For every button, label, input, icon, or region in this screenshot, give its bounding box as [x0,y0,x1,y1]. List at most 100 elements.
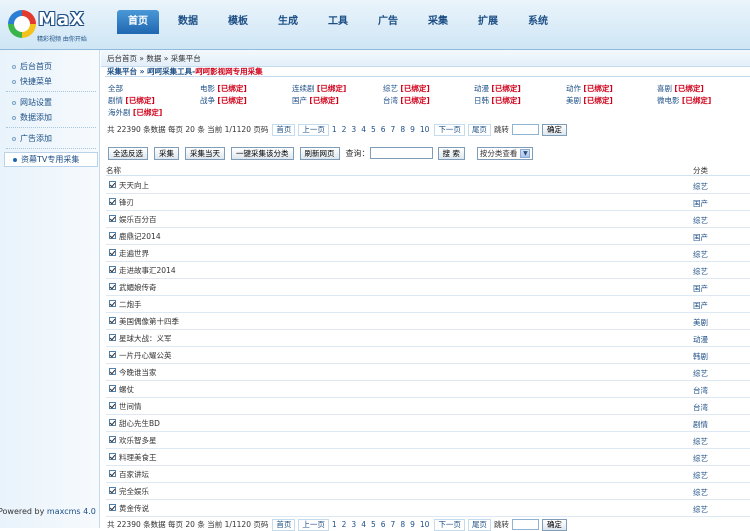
row-name[interactable]: 料理美食王 [119,452,157,463]
jump-page-input[interactable] [511,124,539,135]
pager-first[interactable]: 首页 [272,518,296,531]
row-category[interactable]: 综艺 [693,453,708,464]
jump-page-input[interactable] [511,519,539,530]
row-name[interactable]: 百家讲坛 [119,469,149,480]
sidebar-item-quick-menu[interactable]: 快捷菜单 [12,76,52,87]
sidebar-item-admin-home[interactable]: 后台首页 [12,61,52,72]
row-name[interactable]: 甜心先生BD [119,418,160,429]
row-checkbox[interactable] [109,504,116,511]
category-taiwan[interactable]: 台湾 [已绑定] [383,95,430,106]
category-us-drama[interactable]: 美剧 [已绑定] [566,95,613,106]
row-checkbox[interactable] [109,266,116,273]
category-filter-select[interactable]: 按分类查看 ▼ [476,146,534,160]
sidebar-item-add-ad[interactable]: 广告添加 [12,133,52,144]
row-category[interactable]: 综艺 [693,436,708,447]
row-name[interactable]: 完全娱乐 [119,486,149,497]
row-checkbox[interactable] [109,453,116,460]
row-category[interactable]: 台湾 [693,385,708,396]
page-6[interactable]: 6 [381,123,386,136]
nav-system[interactable]: 系统 [517,10,559,34]
row-checkbox[interactable] [109,385,116,392]
row-category[interactable]: 综艺 [693,504,708,515]
row-checkbox[interactable] [109,181,116,188]
page-3[interactable]: 3 [351,123,356,136]
row-category[interactable]: 综艺 [693,249,708,260]
nav-home[interactable]: 首页 [117,10,159,34]
category-jpkr[interactable]: 日韩 [已绑定] [474,95,521,106]
category-micro-film[interactable]: 微电影 [已绑定] [657,95,711,106]
search-input[interactable] [369,147,433,159]
page-10[interactable]: 10 [420,518,430,531]
row-name[interactable]: 欢乐智多星 [119,435,157,446]
category-domestic[interactable]: 国产 [已绑定] [292,95,339,106]
nav-ads[interactable]: 广告 [367,10,409,34]
page-2[interactable]: 2 [342,123,347,136]
pager-last[interactable]: 尾页 [467,518,491,531]
row-checkbox[interactable] [109,368,116,375]
row-category[interactable]: 综艺 [693,266,708,277]
category-comedy[interactable]: 喜剧 [已绑定] [657,83,704,94]
pager-prev[interactable]: 上一页 [298,123,329,136]
nav-extend[interactable]: 扩展 [467,10,509,34]
page-5[interactable]: 5 [371,518,376,531]
row-checkbox[interactable] [109,351,116,358]
maxcms-link[interactable]: maxcms 4.0 [47,507,96,516]
sidebar-item-add-data[interactable]: 数据添加 [12,112,52,123]
page-4[interactable]: 4 [361,518,366,531]
row-checkbox[interactable] [109,436,116,443]
row-category[interactable]: 综艺 [693,470,708,481]
select-all-button[interactable]: 全选反选 [108,146,148,160]
search-button[interactable]: 搜 索 [437,146,465,160]
row-checkbox[interactable] [109,334,116,341]
row-checkbox[interactable] [109,470,116,477]
page-4[interactable]: 4 [361,123,366,136]
row-name[interactable]: 天天向上 [119,180,149,191]
row-name[interactable]: 走进故事汇2014 [119,265,176,276]
pager-next[interactable]: 下一页 [434,123,465,136]
row-checkbox[interactable] [109,419,116,426]
jump-confirm-button[interactable]: 确定 [541,123,567,136]
category-series[interactable]: 连续剧 [已绑定] [292,83,346,94]
jump-confirm-button[interactable]: 确定 [541,518,567,531]
row-category[interactable]: 动漫 [693,334,708,345]
collect-category-button[interactable]: 一键采集该分类 [231,146,294,160]
row-name[interactable]: 锋刃 [119,197,134,208]
row-checkbox[interactable] [109,215,116,222]
page-7[interactable]: 7 [391,518,396,531]
row-category[interactable]: 剧情 [693,419,708,430]
pager-next[interactable]: 下一页 [434,518,465,531]
sidebar-item-zimu-collect[interactable]: 资幕TV专用采集 [4,152,98,167]
row-category[interactable]: 综艺 [693,368,708,379]
row-checkbox[interactable] [109,300,116,307]
row-category[interactable]: 国产 [693,232,708,243]
row-category[interactable]: 国产 [693,300,708,311]
collect-today-button[interactable]: 采集当天 [185,146,225,160]
category-overseas[interactable]: 海外剧 [已绑定] [108,107,162,118]
row-category[interactable]: 国产 [693,198,708,209]
row-category[interactable]: 台湾 [693,402,708,413]
row-checkbox[interactable] [109,283,116,290]
row-category[interactable]: 韩剧 [693,351,708,362]
nav-collect[interactable]: 采集 [417,10,459,34]
row-name[interactable]: 走遍世界 [119,248,149,259]
category-movie[interactable]: 电影 [已绑定] [200,83,247,94]
row-name[interactable]: 鹿鼎记2014 [119,231,161,242]
row-name[interactable]: 武媚娘传奇 [119,282,157,293]
page-9[interactable]: 9 [410,123,415,136]
nav-template[interactable]: 模板 [217,10,259,34]
row-name[interactable]: 星球大战：义军 [119,333,172,344]
row-checkbox[interactable] [109,487,116,494]
page-6[interactable]: 6 [381,518,386,531]
row-name[interactable]: 一片丹心耀公英 [119,350,172,361]
page-10[interactable]: 10 [420,123,430,136]
row-checkbox[interactable] [109,198,116,205]
row-name[interactable]: 娱乐百分百 [119,214,157,225]
row-name[interactable]: 美国偶像第十四季 [119,316,179,327]
pager-last[interactable]: 尾页 [467,123,491,136]
refresh-button[interactable]: 刷新网页 [299,146,340,160]
category-anime[interactable]: 动漫 [已绑定] [474,83,521,94]
page-3[interactable]: 3 [351,518,356,531]
row-name[interactable]: 二炮手 [119,299,142,310]
nav-tools[interactable]: 工具 [317,10,359,34]
pager-prev[interactable]: 上一页 [298,518,329,531]
